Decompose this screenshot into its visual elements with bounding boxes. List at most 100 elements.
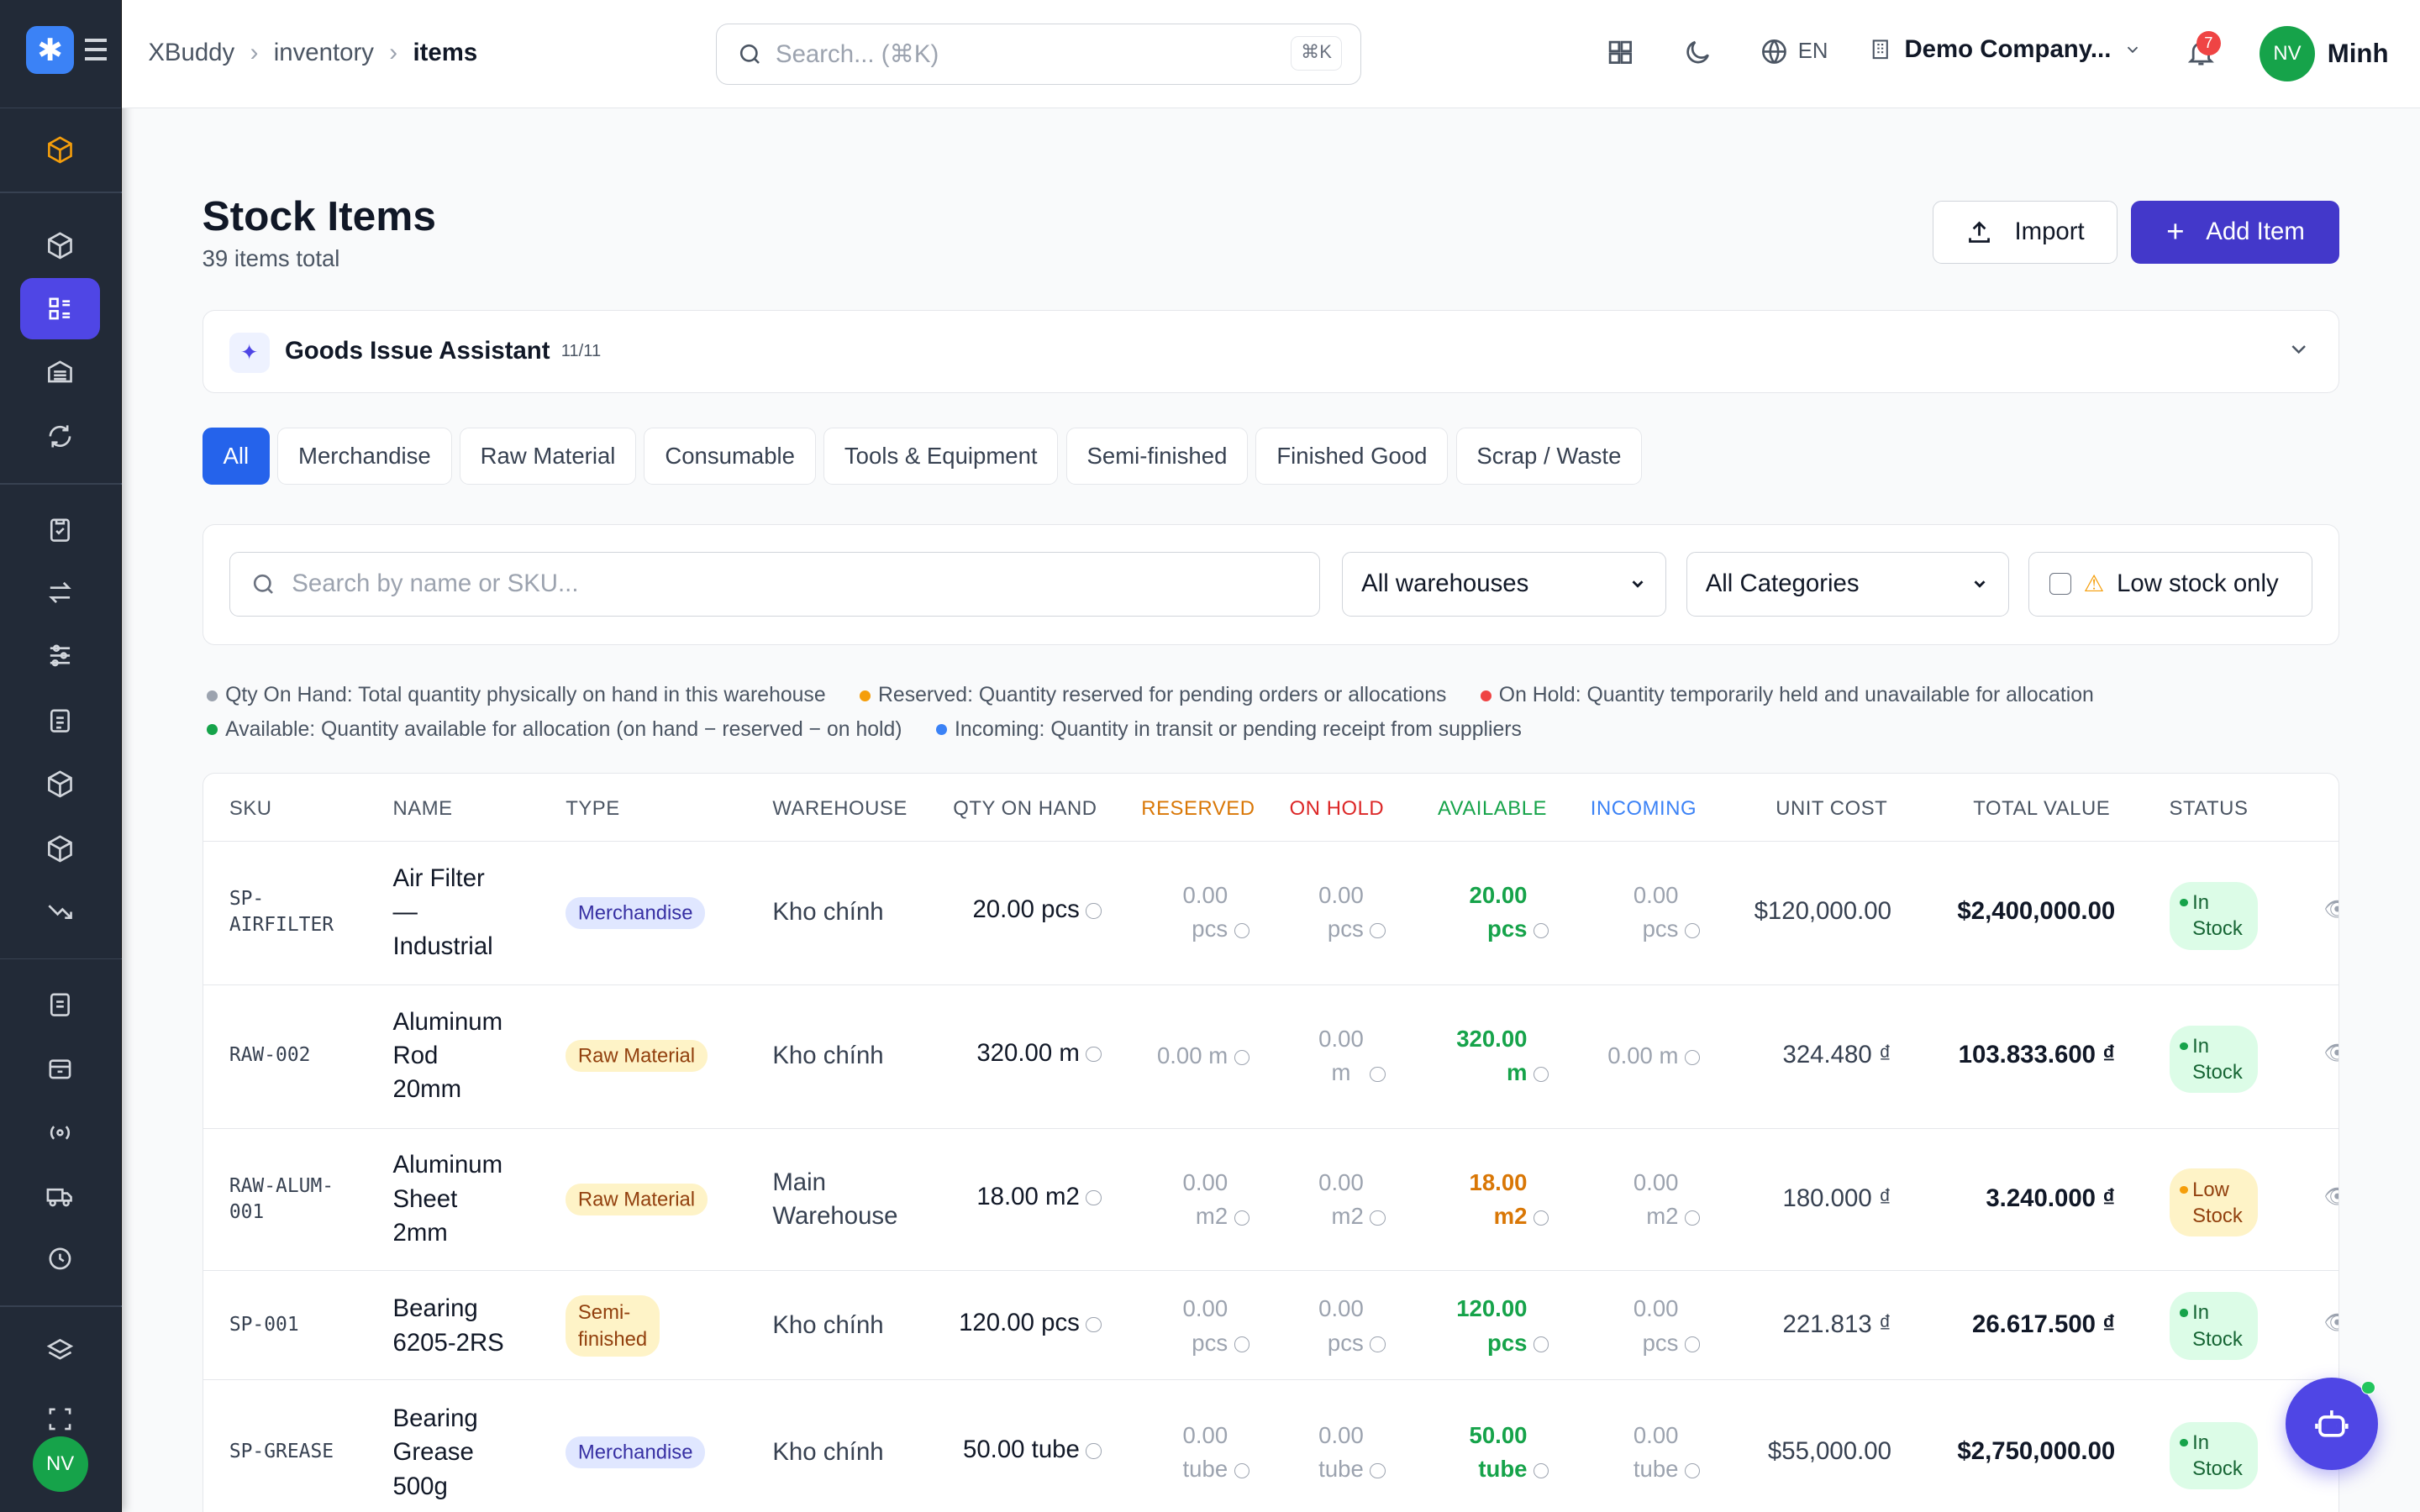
info-icon xyxy=(1234,1049,1249,1065)
global-search-input[interactable]: Search... (⌘K) ⌘K xyxy=(716,23,1361,85)
layers-icon[interactable] xyxy=(20,1320,101,1382)
chevron-down-icon[interactable] xyxy=(2286,337,2311,361)
col-incoming[interactable]: INCOMING xyxy=(1591,797,1697,821)
sync-icon[interactable] xyxy=(20,406,101,467)
status-badge: Low Stock xyxy=(2169,1168,2259,1237)
inventory-module-icon[interactable] xyxy=(20,118,101,180)
page-title: Stock Items xyxy=(202,192,436,239)
col-warehouse[interactable]: WAREHOUSE xyxy=(772,797,908,821)
transfer-icon[interactable] xyxy=(20,562,101,623)
info-icon xyxy=(1234,1210,1249,1226)
tab-finished-good[interactable]: Finished Good xyxy=(1255,427,1449,485)
products-icon[interactable] xyxy=(20,214,101,276)
type-badge: Raw Material xyxy=(566,1184,708,1216)
assistant-count: 11/11 xyxy=(560,341,602,360)
stock-items-icon[interactable] xyxy=(19,277,101,340)
package-icon[interactable] xyxy=(20,753,101,814)
info-icon xyxy=(1684,923,1701,939)
checklist-icon[interactable] xyxy=(20,690,101,751)
col-sku[interactable]: SKU xyxy=(229,797,272,821)
tab-raw-material[interactable]: Raw Material xyxy=(459,427,637,485)
col-qty-on-hand[interactable]: QTY ON HAND xyxy=(953,797,1097,821)
tab-consumable[interactable]: Consumable xyxy=(644,427,816,485)
info-icon xyxy=(1533,1066,1549,1083)
warehouse-select[interactable]: All warehouses xyxy=(1342,551,1666,617)
table-row[interactable]: SP- AIRFILTER Air Filter — Industrial Merch… xyxy=(203,842,2338,985)
view-icon[interactable]: 👁 xyxy=(2323,1184,2338,1210)
archive-icon[interactable] xyxy=(20,1037,101,1098)
language-switch[interactable]: EN xyxy=(1760,37,1828,66)
broadcast-icon[interactable] xyxy=(20,1101,101,1163)
table-row[interactable]: SP-GREASE Bearing Grease 500g Merchandise … xyxy=(203,1380,2339,1512)
row-warehouse: Main Warehouse xyxy=(772,1168,898,1231)
menu-toggle-icon[interactable] xyxy=(85,38,107,66)
tab-semi-finished[interactable]: Semi-finished xyxy=(1065,427,1249,485)
chevron-right-icon: › xyxy=(250,38,259,66)
truck-icon[interactable] xyxy=(20,1165,101,1226)
type-badge: Semi-finished xyxy=(566,1294,660,1357)
row-warehouse: Kho chính xyxy=(772,898,884,927)
info-icon xyxy=(1684,1336,1701,1352)
goods-issue-assistant[interactable]: ✦ Goods Issue Assistant 11/11 xyxy=(202,310,2340,394)
user-name[interactable]: Minh xyxy=(2328,39,2389,69)
warehouse-icon[interactable] xyxy=(20,341,101,402)
search-icon xyxy=(253,574,273,594)
breadcrumb-home[interactable]: XBuddy xyxy=(148,39,234,67)
view-icon[interactable]: 👁 xyxy=(2323,897,2338,922)
view-icon[interactable]: 👁 xyxy=(2323,1041,2338,1066)
tab-merchandise[interactable]: Merchandise xyxy=(277,427,452,485)
add-item-button[interactable]: + Add Item xyxy=(2131,200,2340,265)
info-icon xyxy=(1533,1336,1549,1352)
table-row[interactable]: RAW-ALUM- 001 Aluminum Sheet 2mm Raw Materi… xyxy=(203,1129,2338,1271)
col-on-hold[interactable]: ON HOLD xyxy=(1290,797,1385,821)
assistant-bot-button[interactable] xyxy=(2286,1378,2379,1471)
item-search-input[interactable]: Search by name or SKU... xyxy=(229,551,1321,617)
tab-scrap-waste[interactable]: Scrap / Waste xyxy=(1455,427,1643,485)
sidebar-avatar[interactable]: NV xyxy=(32,1436,88,1493)
company-switcher[interactable]: Demo Company... xyxy=(1869,35,2142,64)
category-select[interactable]: All Categories xyxy=(1686,551,2009,617)
table-row[interactable]: SP-001 Bearing 6205-2RS Semi-finished Kho… xyxy=(203,1271,2338,1380)
breadcrumb-inventory[interactable]: inventory xyxy=(274,39,374,67)
row-reserved: 0.00 m xyxy=(1113,1039,1249,1073)
type-badge: Raw Material xyxy=(566,1040,708,1073)
col-name[interactable]: NAME xyxy=(393,797,453,821)
stock-items-table: SKU NAME TYPE WAREHOUSE QTY ON HAND RESE… xyxy=(202,773,2340,1512)
low-stock-toggle[interactable]: ⚠ Low stock only xyxy=(2028,551,2313,617)
row-unit-cost: 180.000 ₫ xyxy=(1782,1184,1891,1212)
tab-all[interactable]: All xyxy=(202,427,270,485)
report-icon[interactable] xyxy=(20,974,101,1035)
legend-available: Available: Quantity available for alloca… xyxy=(207,713,902,747)
package-alt-icon[interactable] xyxy=(20,817,101,879)
plus-icon: + xyxy=(2166,214,2185,249)
tab-tools-equipment[interactable]: Tools & Equipment xyxy=(823,427,1059,485)
clipboard-icon[interactable] xyxy=(20,498,101,559)
user-avatar[interactable]: NV xyxy=(2259,26,2316,82)
info-icon xyxy=(1086,1316,1102,1332)
row-on-hold: 0.00 m2 xyxy=(1253,1166,1386,1234)
import-button[interactable]: Import xyxy=(1932,200,2118,265)
col-unit-cost[interactable]: UNIT COST xyxy=(1776,797,1887,821)
apps-grid-icon[interactable] xyxy=(1605,37,1636,75)
row-incoming: 0.00 pcs xyxy=(1561,1292,1701,1360)
col-type[interactable]: TYPE xyxy=(566,797,620,821)
col-reserved[interactable]: RESERVED xyxy=(1141,797,1255,821)
main-content: Stock Items 39 items total Import + Add … xyxy=(122,108,2420,1512)
history-icon[interactable] xyxy=(20,1228,101,1289)
app-logo-icon[interactable]: ✱ xyxy=(26,26,75,75)
dark-mode-icon[interactable] xyxy=(1682,37,1713,75)
col-available[interactable]: AVAILABLE xyxy=(1438,797,1547,821)
info-icon xyxy=(1684,1210,1701,1226)
status-badge: In Stock xyxy=(2169,881,2259,950)
trend-down-icon[interactable] xyxy=(20,881,101,942)
row-on-hold: 0.00 pcs xyxy=(1253,1292,1386,1360)
table-row[interactable]: RAW-002 Aluminum Rod 20mm Raw Material Kho… xyxy=(203,985,2338,1129)
adjustments-icon[interactable] xyxy=(20,625,101,686)
col-status[interactable]: STATUS xyxy=(2170,797,2249,821)
low-stock-checkbox[interactable] xyxy=(2049,573,2071,596)
view-icon[interactable]: 👁 xyxy=(2323,1310,2338,1336)
chevron-right-icon: › xyxy=(389,38,398,66)
col-total-value[interactable]: TOTAL VALUE xyxy=(1973,797,2110,821)
row-reserved: 0.00 pcs xyxy=(1113,1292,1249,1360)
row-total-value: $2,400,000.00 xyxy=(1957,897,2116,926)
